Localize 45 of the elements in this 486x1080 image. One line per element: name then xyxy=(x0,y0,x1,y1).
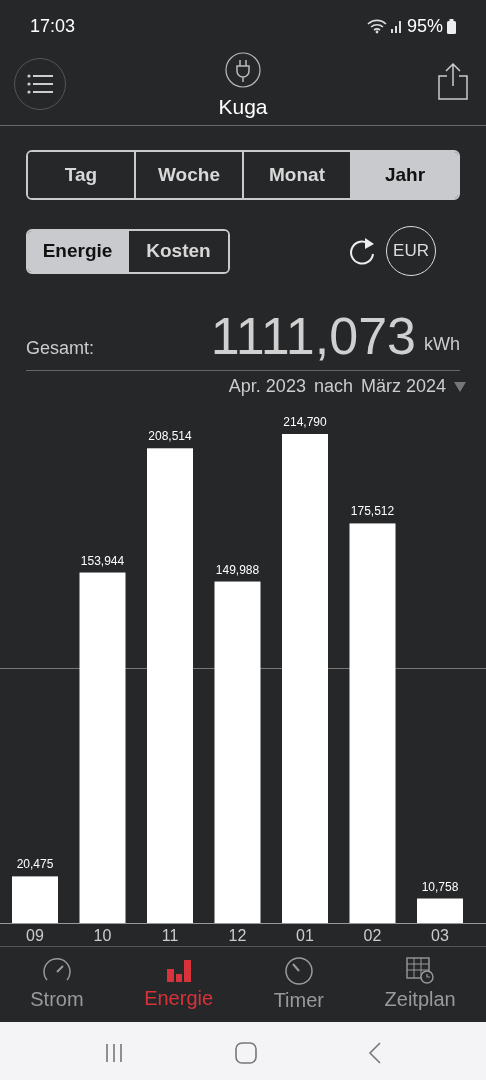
dropdown-icon[interactable] xyxy=(454,381,466,392)
axis-label: 01 xyxy=(296,927,314,944)
axis-label: 03 xyxy=(431,927,449,944)
axis-label: 11 xyxy=(161,927,179,944)
stopwatch-icon xyxy=(283,954,314,985)
wifi-icon xyxy=(366,18,387,34)
recent-apps-icon[interactable] xyxy=(103,1043,124,1063)
range-connector: nach xyxy=(313,375,353,398)
total-label: Gesamt: xyxy=(26,337,95,360)
axis-label: 12 xyxy=(228,927,247,944)
value-label: 153,944 xyxy=(80,553,125,568)
signal-icon xyxy=(390,19,403,33)
range-start: Apr. 2023 xyxy=(228,375,306,398)
segment-tab[interactable]: Kosten xyxy=(127,230,228,272)
home-icon[interactable] xyxy=(235,1042,257,1064)
nav-tab[interactable]: Zeitplan xyxy=(384,955,456,1014)
axis-label: 09 xyxy=(26,927,44,944)
range-end: März 2024 xyxy=(360,375,446,398)
battery-percent: 95% xyxy=(406,14,443,38)
segment-tab[interactable]: Jahr xyxy=(350,152,458,198)
axis-label: 02 xyxy=(363,927,382,944)
currency-button[interactable]: EUR xyxy=(386,226,436,276)
segment-tab[interactable]: Energie xyxy=(28,230,127,272)
bar xyxy=(12,876,58,923)
axis-label: 10 xyxy=(93,927,112,944)
menu-icon xyxy=(27,73,53,95)
calendar-clock-icon xyxy=(406,955,435,984)
value-label: 10,758 xyxy=(421,879,459,894)
share-icon xyxy=(438,62,468,100)
total-value: 1111,073 xyxy=(210,310,416,362)
value-label: 208,514 xyxy=(148,429,192,444)
back-icon[interactable] xyxy=(368,1042,383,1064)
unit-label: kWh xyxy=(424,333,460,356)
battery-icon xyxy=(447,18,456,34)
device-title: Kuga xyxy=(218,96,268,117)
share-button[interactable] xyxy=(438,62,468,100)
value-label: 149,988 xyxy=(215,562,260,577)
nav-tab[interactable]: Strom xyxy=(30,955,84,1014)
value-label: 175,512 xyxy=(350,504,395,519)
value-label: 214,790 xyxy=(283,415,327,429)
value-label: 20,475 xyxy=(16,857,54,872)
nav-tab[interactable]: Timer xyxy=(273,954,324,1015)
bar xyxy=(417,898,463,923)
clock-time: 17:03 xyxy=(30,14,76,38)
plug-icon xyxy=(225,52,261,88)
